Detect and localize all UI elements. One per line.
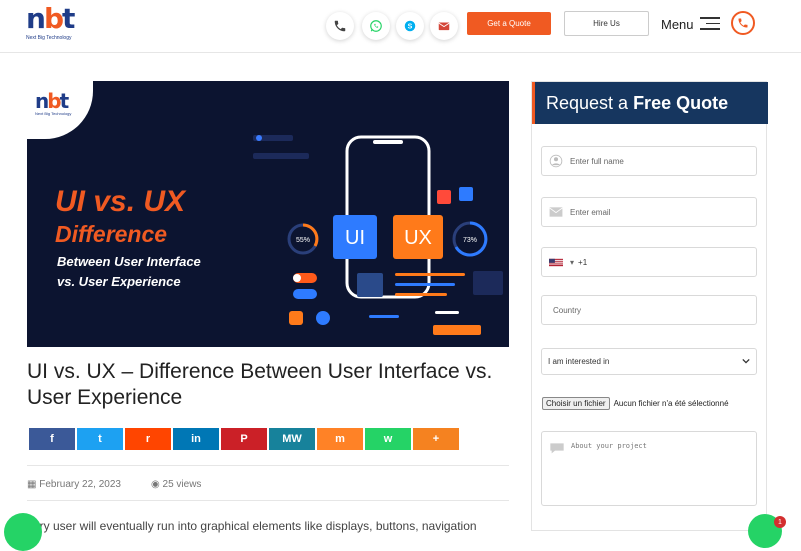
phone-ring-icon (738, 18, 748, 28)
skype-icon: S (404, 20, 416, 32)
share-bar: f t r in P MW m w + (29, 428, 461, 450)
phone-contact-button[interactable] (326, 12, 354, 40)
hero-subline-2: vs. User Experience (57, 274, 181, 289)
call-button[interactable] (731, 11, 755, 35)
share-button-twitter[interactable]: t (77, 428, 123, 450)
percent-left: 55% (296, 237, 310, 244)
quote-form: Request a Free Quote Enter full name Ent… (531, 81, 768, 531)
article-title: UI vs. UX – Difference Between User Inte… (27, 360, 493, 409)
file-status: Aucun fichier n'a été sélectionné (613, 399, 729, 408)
percent-right: 73% (463, 237, 477, 244)
phone-field[interactable]: ▾ +1 (541, 247, 757, 277)
pinterest-icon: P (240, 433, 248, 445)
ux-label: UX (404, 227, 432, 249)
eye-icon: ◉ (151, 479, 163, 490)
more-icon: + (432, 433, 440, 445)
share-button-reddit[interactable]: r (125, 428, 171, 450)
hero-headline-2: Difference (55, 221, 168, 247)
hero-subline-1: Between User Interface (57, 254, 201, 269)
featured-image: nbt Next Big Technology UI vs. UX Differ… (27, 81, 509, 347)
calendar-icon: ▦ (27, 479, 40, 490)
name-field[interactable]: Enter full name (541, 146, 757, 176)
phone-icon (334, 20, 346, 32)
chat-badge: 1 (774, 516, 786, 528)
email-field[interactable]: Enter email (541, 197, 757, 227)
dial-chevron-icon: ▾ (570, 257, 575, 267)
user-icon (548, 153, 564, 169)
email-contact-button[interactable] (430, 12, 458, 40)
interest-select[interactable]: I am interested in (541, 348, 757, 375)
whatsapp-contact-button[interactable] (362, 12, 390, 40)
file-upload: Choisir un fichier Aucun fichier n'a été… (542, 397, 729, 410)
whatsapp-float-button[interactable] (4, 513, 42, 551)
mewe-icon: MW (282, 433, 302, 445)
logo-mark: nbt (26, 2, 75, 35)
post-date: ▦ February 22, 2023 (27, 479, 121, 490)
mail-icon (438, 22, 450, 31)
linkedin-icon: in (191, 433, 201, 445)
article-meta: ▦ February 22, 2023 ◉ 25 views (27, 465, 509, 501)
name-placeholder: Enter full name (570, 156, 624, 166)
interest-select-value: I am interested in (548, 357, 610, 366)
whatsapp-icon: w (383, 433, 393, 445)
phone-code: +1 (578, 257, 588, 267)
share-button-linkedin[interactable]: in (173, 428, 219, 450)
reddit-icon: r (145, 433, 151, 445)
form-heading-normal: Request a (546, 93, 634, 113)
ui-label: UI (345, 227, 365, 249)
svg-text:S: S (408, 24, 413, 31)
logo-tagline: Next Big Technology (26, 35, 72, 41)
choose-file-button[interactable]: Choisir un fichier (542, 397, 610, 410)
chevron-down-icon (742, 357, 750, 366)
comment-icon (549, 442, 565, 456)
get-quote-button[interactable]: Get a Quote (467, 12, 551, 35)
post-date-text: February 22, 2023 (39, 479, 121, 490)
country-placeholder: Country (553, 305, 582, 315)
share-button-pinterest[interactable]: P (221, 428, 267, 450)
twitter-icon: t (98, 433, 102, 445)
share-button-facebook[interactable]: f (29, 428, 75, 450)
skype-contact-button[interactable]: S (396, 12, 424, 40)
share-button-mix[interactable]: m (317, 428, 363, 450)
site-logo[interactable]: nbt Next Big Technology (26, 5, 78, 45)
share-button-more[interactable]: + (413, 428, 459, 450)
site-header: nbt Next Big Technology S Get a Quote Hi… (0, 0, 801, 53)
envelope-icon (548, 204, 564, 220)
share-button-mewe[interactable]: MW (269, 428, 315, 450)
project-placeholder: About your project (571, 442, 647, 450)
hire-us-button[interactable]: Hire Us (564, 11, 649, 36)
mix-icon: m (335, 433, 345, 445)
whatsapp-icon (370, 20, 382, 32)
featured-image-logo: nbt Next Big Technology (27, 81, 93, 139)
ui-ux-illustration: UI UX 55% 73% (253, 135, 503, 335)
project-textarea[interactable]: About your project (541, 431, 757, 506)
form-heading-bold: Free Quote (633, 93, 729, 113)
hamburger-menu-icon[interactable] (700, 17, 720, 31)
us-flag-icon (548, 254, 564, 270)
view-count: ◉ 25 views (151, 479, 201, 490)
menu-label[interactable]: Menu (661, 17, 694, 32)
form-heading: Request a Free Quote (532, 82, 768, 124)
share-button-whatsapp[interactable]: w (365, 428, 411, 450)
facebook-icon: f (50, 433, 54, 445)
country-field[interactable]: Country (541, 295, 757, 325)
hero-logo-tagline: Next Big Technology (35, 111, 72, 116)
hero-headline-1: UI vs. UX (55, 185, 186, 218)
hero-logo-mark: nbt (35, 89, 69, 113)
view-count-text: 25 views (162, 479, 202, 490)
email-placeholder: Enter email (570, 207, 611, 217)
